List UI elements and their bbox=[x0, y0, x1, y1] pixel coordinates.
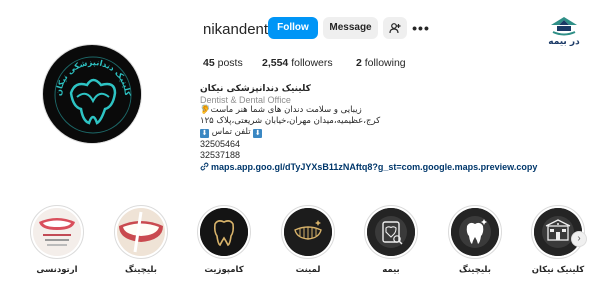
profile-avatar[interactable]: کلینیک دندانپزشکی نیکان bbox=[42, 44, 142, 144]
down-arrow-icon: ⬇ bbox=[253, 129, 263, 138]
bio-link-text: maps.app.goo.gl/dTyJYXsB11zNAftq8?g_st=c… bbox=[211, 162, 538, 172]
following-count: 2 bbox=[356, 57, 362, 69]
highlight-label: کلینیک نیکان bbox=[531, 265, 585, 275]
suggest-users-button[interactable] bbox=[383, 17, 407, 39]
highlights-next-button[interactable]: › bbox=[571, 231, 587, 247]
highlight-label: کامپوزیت bbox=[204, 265, 244, 275]
add-user-icon bbox=[389, 23, 401, 34]
followers-label: followers bbox=[291, 57, 333, 69]
highlight-label: ارتودنسی bbox=[36, 265, 78, 275]
bio-address: کرج،عظیمیه،میدان مهران،خیابان شریعتی،پلا… bbox=[200, 116, 381, 126]
follow-button[interactable]: Follow bbox=[268, 17, 318, 39]
posts-stat: 45 posts bbox=[203, 57, 243, 69]
bleaching-photo-icon bbox=[117, 208, 165, 256]
highlight-label: بلیچینگ bbox=[125, 265, 157, 275]
following-label: following bbox=[364, 57, 406, 69]
bio-phone-1: 32505464 bbox=[200, 139, 241, 149]
following-stat[interactable]: 2 following bbox=[356, 57, 406, 69]
phone-heading-text: تلفن تماس bbox=[211, 127, 251, 137]
chevron-right-icon: › bbox=[577, 233, 581, 244]
highlight-label: بیمه bbox=[382, 265, 400, 275]
down-arrow-icon: ⬇ bbox=[200, 129, 209, 138]
highlight-label: بلیچینگ bbox=[459, 265, 491, 275]
site-logo[interactable]: در بیمه bbox=[536, 14, 592, 54]
site-name: در بیمه bbox=[548, 37, 580, 47]
bio-line: 🦻زیبایی و سلامت دندان های شما هنر ماست bbox=[200, 105, 362, 115]
tooth-icon bbox=[200, 208, 248, 256]
bio-category: Dentist & Dental Office bbox=[200, 95, 291, 105]
followers-count: 2,554 bbox=[262, 57, 289, 69]
highlight-laminate[interactable]: لمینت bbox=[280, 205, 336, 275]
message-button[interactable]: Message bbox=[323, 17, 378, 39]
umbrella-logo-icon bbox=[551, 17, 577, 36]
tooth-sparkle-icon bbox=[451, 208, 499, 256]
highlight-label: لمینت bbox=[295, 265, 321, 275]
clinic-logo-icon: کلینیک دندانپزشکی نیکان bbox=[45, 47, 141, 143]
highlight-bleaching[interactable]: بلیچینگ bbox=[113, 205, 169, 275]
link-icon bbox=[200, 162, 209, 171]
more-options-button[interactable]: ••• bbox=[411, 17, 431, 39]
insurance-icon bbox=[367, 208, 415, 256]
profile-username: nikandent bbox=[203, 21, 269, 38]
highlight-insurance[interactable]: بیمه bbox=[363, 205, 419, 275]
posts-label: posts bbox=[217, 57, 243, 69]
bio-phone-heading: ⬇ تلفن تماس ⬇ bbox=[200, 127, 263, 138]
highlight-composite[interactable]: کامپوزیت bbox=[196, 205, 252, 275]
followers-stat[interactable]: 2,554 followers bbox=[262, 57, 333, 69]
bio-external-link[interactable]: maps.app.goo.gl/dTyJYXsB11zNAftq8?g_st=c… bbox=[200, 162, 537, 172]
bio-phone-2: 32537188 bbox=[200, 150, 241, 160]
posts-count: 45 bbox=[203, 57, 215, 69]
bio-full-name: کلینیک دندانپزشکی نیکان bbox=[200, 84, 311, 94]
highlight-orthodontics[interactable]: ارتودنسی bbox=[29, 205, 85, 275]
laminate-icon bbox=[284, 208, 332, 256]
highlight-bleaching-2[interactable]: بلیچینگ bbox=[447, 205, 503, 275]
orthodontics-photo-icon bbox=[33, 208, 81, 256]
